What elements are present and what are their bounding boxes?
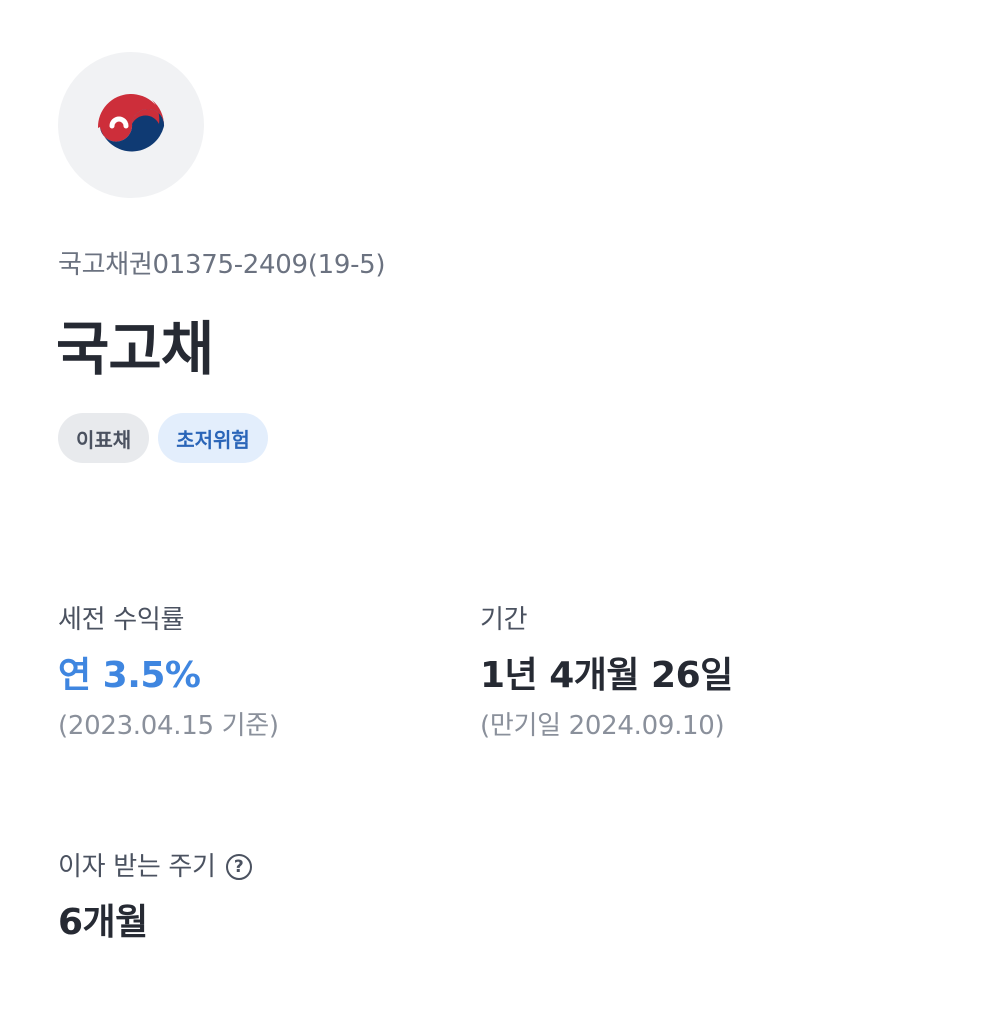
yield-label: 세전 수익률 (58, 605, 185, 635)
korea-government-emblem-icon (97, 93, 165, 152)
interest-cycle-label-row: 이자 받는 주기 ? (58, 849, 252, 885)
term-value: 1년 4개월 26일 (480, 655, 733, 696)
bond-code: 국고채권01375-2409(19-5) (58, 250, 386, 280)
question-circle-icon[interactable]: ? (225, 854, 252, 880)
interest-cycle-value: 6개월 (58, 902, 148, 943)
term-section: 기간 1년 4개월 26일 (만기일 2024.09.10) (480, 602, 733, 744)
term-label: 기간 (480, 605, 528, 635)
yield-value: 연 3.5% (58, 655, 201, 696)
yield-section: 세전 수익률 연 3.5% (2023.04.15 기준) (58, 602, 279, 744)
tag-list: 이표채 초저위험 (58, 413, 268, 463)
maturity-date: (만기일 2024.09.10) (480, 711, 725, 741)
tag-coupon-bond: 이표채 (58, 413, 150, 463)
issuer-logo (58, 52, 204, 198)
yield-basis-date: (2023.04.15 기준) (58, 711, 279, 741)
bond-name: 국고채 (56, 315, 214, 383)
interest-cycle-label: 이자 받는 주기 (58, 852, 216, 882)
interest-cycle-section: 이자 받는 주기 ? 6개월 (58, 849, 252, 945)
tag-risk-level: 초저위험 (158, 413, 268, 463)
